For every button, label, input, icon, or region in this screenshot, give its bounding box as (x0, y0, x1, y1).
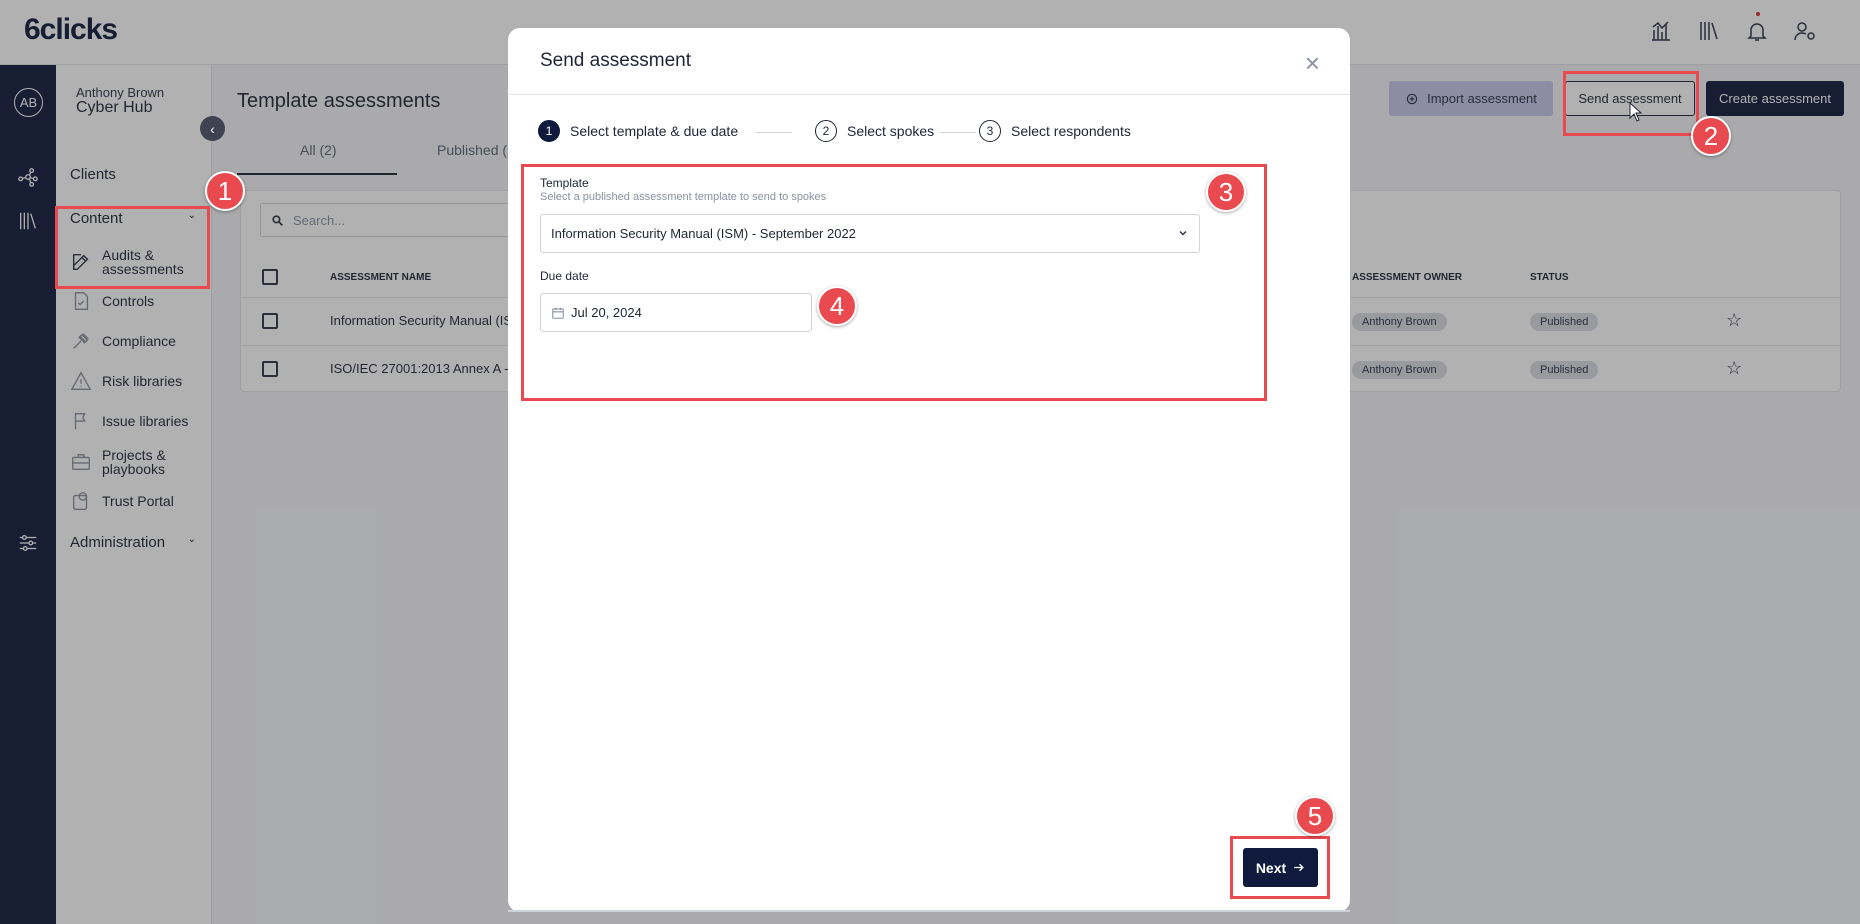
close-icon[interactable]: × (1305, 50, 1320, 76)
step-number: 2 (815, 120, 837, 142)
annotation-badge-5: 5 (1295, 796, 1335, 836)
step-number: 1 (538, 120, 560, 142)
step-label: Select spokes (847, 123, 935, 139)
modal-bottom-edge (508, 910, 1350, 912)
step-select-spokes: 2 Select spokes (815, 120, 934, 142)
modal-title: Send assessment (540, 50, 692, 71)
annotation-badge-1: 1 (205, 171, 245, 211)
step-connector (756, 132, 792, 133)
modal-divider (508, 94, 1350, 95)
step-select-respondents: 3 Select respondents (979, 120, 1131, 142)
highlight-content-audits (55, 206, 210, 289)
step-connector (940, 132, 976, 133)
step-label: Select respondents (1011, 123, 1131, 139)
mouse-cursor-icon (1629, 102, 1643, 122)
annotation-badge-3: 3 (1206, 172, 1246, 212)
sidebar-collapse-button[interactable]: ‹ (200, 116, 225, 141)
annotation-badge-2: 2 (1691, 116, 1731, 156)
step-label: Select template & due date (570, 123, 739, 139)
send-assessment-modal: Send assessment × 1 Select template & du… (508, 28, 1350, 912)
annotation-badge-4: 4 (817, 286, 857, 326)
step-select-template: 1 Select template & due date (538, 120, 738, 142)
highlight-form-fields (521, 164, 1267, 401)
highlight-next-button (1230, 836, 1330, 899)
step-number: 3 (979, 120, 1001, 142)
